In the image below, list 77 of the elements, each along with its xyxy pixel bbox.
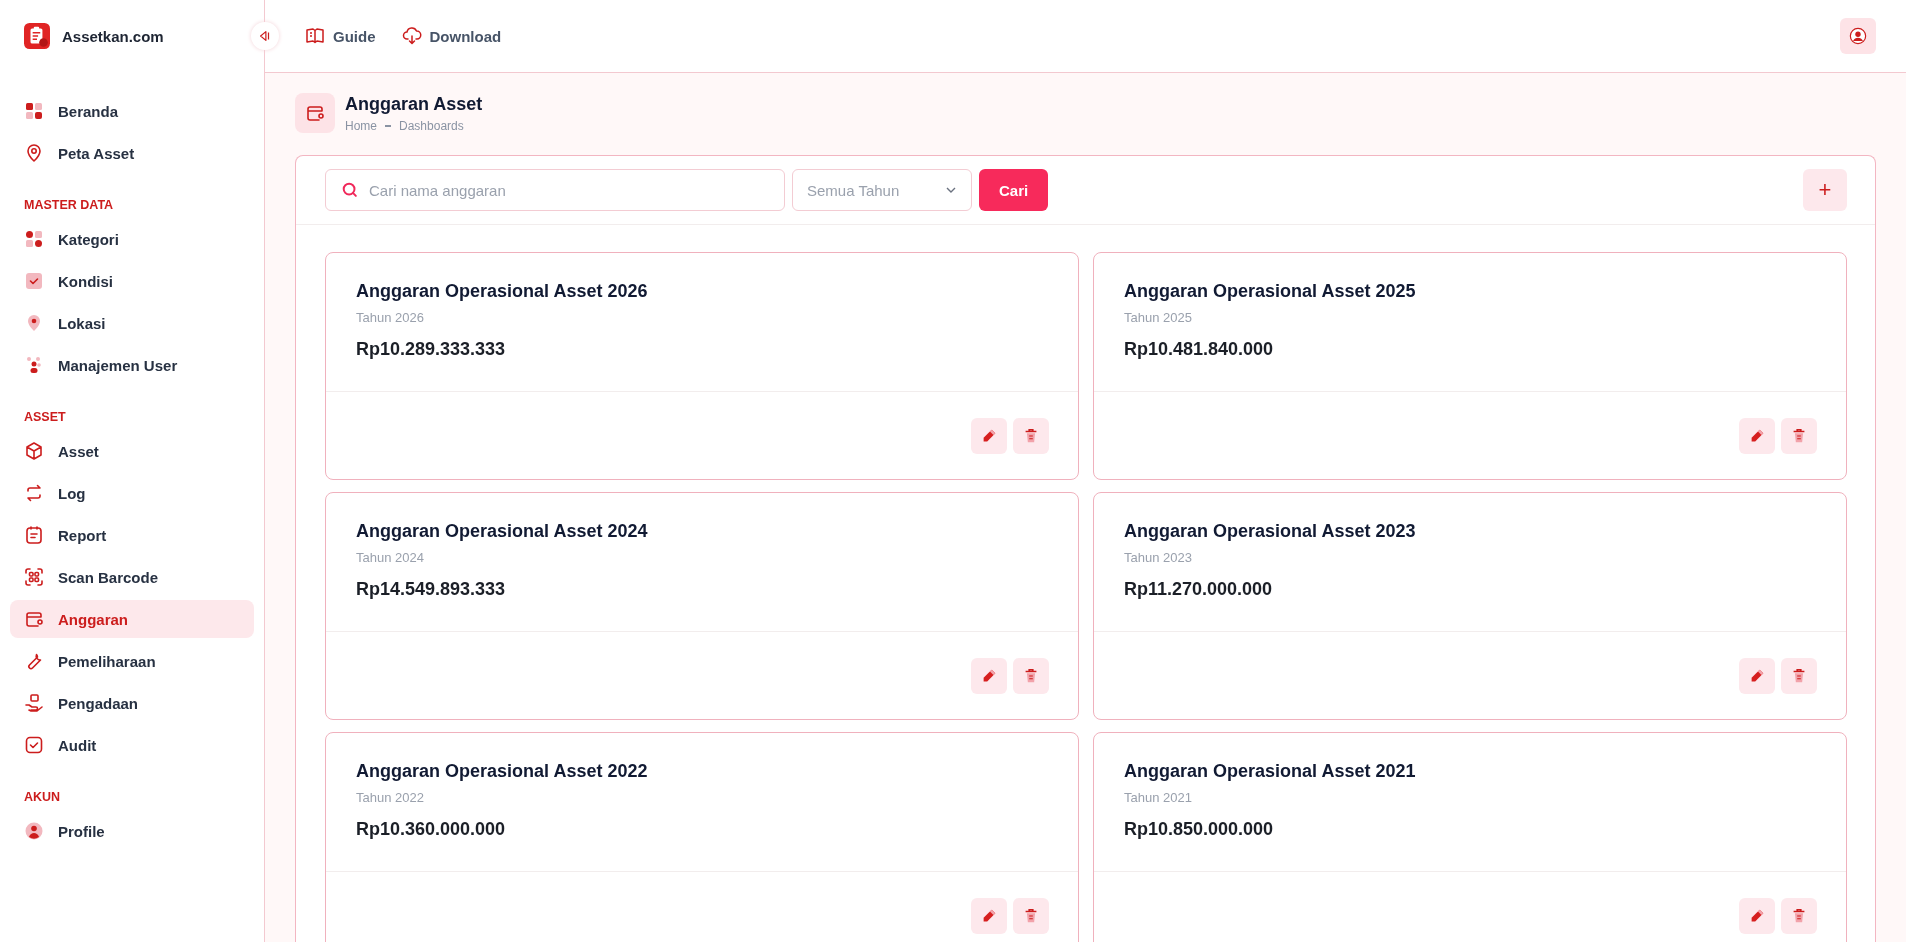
delete-button[interactable]	[1013, 898, 1049, 934]
page-title: Anggaran Asset	[345, 93, 483, 115]
add-button[interactable]: +	[1803, 169, 1847, 211]
budget-amount: Rp10.289.333.333	[356, 339, 507, 360]
hand-box-icon	[24, 693, 44, 713]
edit-button[interactable]	[971, 658, 1007, 694]
sidebar-item[interactable]: Audit	[10, 726, 254, 764]
budget-amount: Rp10.850.000.000	[1124, 819, 1275, 840]
budget-title: Anggaran Operasional Asset 2025	[1124, 281, 1417, 302]
budget-title: Anggaran Operasional Asset 2024	[356, 521, 649, 542]
delete-button[interactable]	[1781, 898, 1817, 934]
top-link[interactable]: Download	[401, 26, 502, 46]
box-icon	[24, 441, 44, 461]
grid-icon	[24, 101, 44, 121]
search-button[interactable]: Cari	[979, 169, 1049, 211]
check-square-icon	[24, 271, 44, 291]
wallet-icon	[24, 609, 44, 629]
sidebar-item[interactable]: Asset	[10, 432, 254, 470]
book-icon	[305, 26, 325, 46]
sidebar-item[interactable]: Beranda	[10, 92, 254, 130]
budget-title: Anggaran Operasional Asset 2023	[1124, 521, 1417, 542]
section-heading: MASTER DATA	[23, 197, 115, 214]
sidebar-item[interactable]: Lokasi	[10, 304, 254, 342]
section-heading: AKUN	[23, 789, 62, 806]
search-icon	[341, 181, 359, 199]
delete-button[interactable]	[1013, 658, 1049, 694]
sidebar-item[interactable]: Log	[10, 474, 254, 512]
sidebar-item[interactable]: Scan Barcode	[10, 558, 254, 596]
budget-year: Tahun 2023	[1124, 550, 1193, 565]
grid-icon	[24, 229, 44, 249]
brand-name: Assetkan.com	[62, 27, 164, 45]
delete-button[interactable]	[1781, 418, 1817, 454]
budget-year: Tahun 2022	[356, 790, 425, 805]
sidebar-item[interactable]: Manajemen User	[10, 346, 254, 384]
edit-button[interactable]	[971, 418, 1007, 454]
users-icon	[24, 355, 44, 375]
scan-icon	[24, 567, 44, 587]
collapse-button[interactable]	[251, 22, 279, 50]
budget-title: Anggaran Operasional Asset 2021	[1124, 761, 1417, 782]
budget-title: Anggaran Operasional Asset 2026	[356, 281, 649, 302]
cloud-download-icon	[401, 26, 422, 46]
sidebar-item[interactable]: Anggaran	[10, 600, 254, 638]
map-pin-icon	[24, 143, 44, 163]
budget-amount: Rp14.549.893.333	[356, 579, 507, 600]
search-field[interactable]: Cari nama anggaran	[325, 169, 785, 211]
sidebar-item[interactable]: Pengadaan	[10, 684, 254, 722]
budget-amount: Rp10.481.840.000	[1124, 339, 1275, 360]
edit-button[interactable]	[1739, 658, 1775, 694]
delete-button[interactable]	[1781, 658, 1817, 694]
document-icon	[24, 525, 44, 545]
section-heading: ASSET	[23, 409, 67, 426]
swap-icon	[24, 483, 44, 503]
budget-amount: Rp10.360.000.000	[356, 819, 507, 840]
sidebar-item[interactable]: Profile	[10, 812, 254, 850]
edit-button[interactable]	[971, 898, 1007, 934]
user-avatar-button[interactable]	[1840, 18, 1876, 54]
budget-title: Anggaran Operasional Asset 2022	[356, 761, 649, 782]
collapse-icon	[258, 29, 272, 43]
sidebar-item[interactable]: Report	[10, 516, 254, 554]
delete-button[interactable]	[1013, 418, 1049, 454]
logo-icon	[24, 23, 50, 49]
sidebar-item[interactable]: Kategori	[10, 220, 254, 258]
budget-year: Tahun 2026	[356, 310, 425, 325]
sidebar-item[interactable]: Peta Asset	[10, 134, 254, 172]
edit-button[interactable]	[1739, 418, 1775, 454]
budget-year: Tahun 2024	[356, 550, 425, 565]
sidebar-item[interactable]: Kondisi	[10, 262, 254, 300]
wallet-icon	[295, 93, 335, 133]
edit-button[interactable]	[1739, 898, 1775, 934]
check-square-icon	[24, 735, 44, 755]
user-icon	[1849, 27, 1867, 45]
top-link[interactable]: Guide	[305, 26, 376, 46]
budget-year: Tahun 2025	[1124, 310, 1193, 325]
budget-amount: Rp11.270.000.000	[1124, 579, 1274, 600]
user-icon	[24, 821, 44, 841]
sidebar-item[interactable]: Pemeliharaan	[10, 642, 254, 680]
budget-year: Tahun 2021	[1124, 790, 1193, 805]
